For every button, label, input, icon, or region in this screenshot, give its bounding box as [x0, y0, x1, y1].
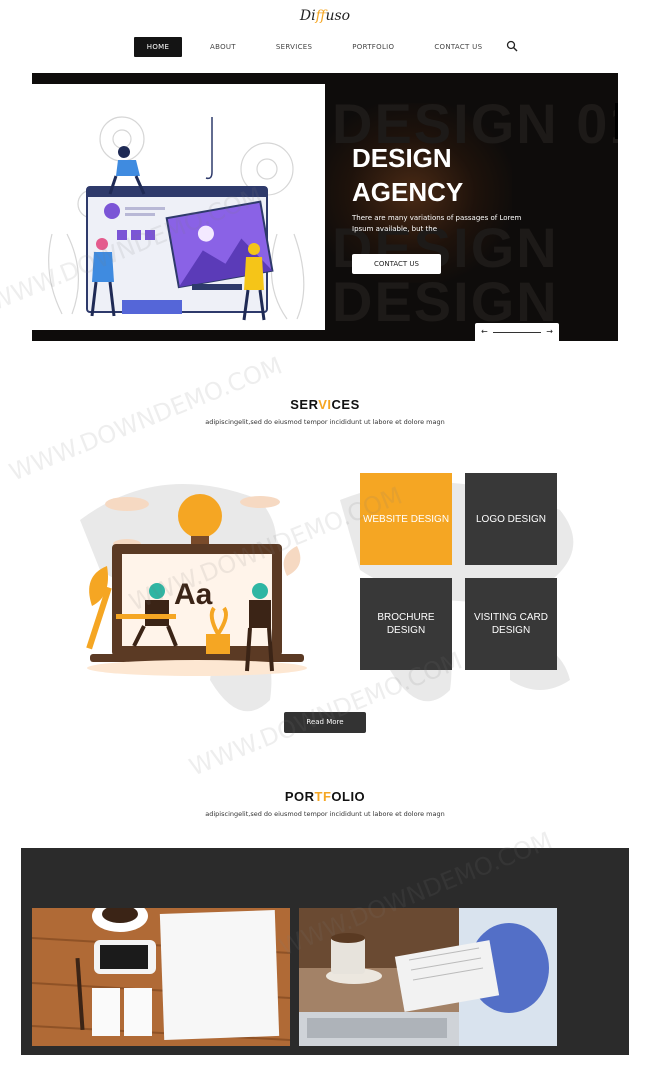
read-more-button[interactable]: Read More [284, 712, 366, 733]
portfolio-title-end: OLIO [331, 789, 366, 804]
illustration-aa-text: Aa [174, 578, 213, 611]
service-brochure-design[interactable]: BROCHURE DESIGN [360, 578, 452, 670]
main-nav: HOME ABOUT SERVICES PORTFOLIO CONTACT US [134, 37, 482, 57]
services-title-end: CES [331, 397, 360, 412]
hero-description: There are many variations of passages of… [352, 214, 522, 233]
nav-about[interactable]: ABOUT [210, 43, 236, 51]
contact-us-button[interactable]: CONTACT US [352, 254, 441, 274]
site-logo[interactable]: Diffuso [0, 8, 650, 24]
hero-illustration [32, 84, 325, 330]
hero-slider: DESIGN 01 DESIGN DESIGN DESIGN AGENCY Th… [32, 73, 618, 341]
nav-portfolio[interactable]: PORTFOLIO [352, 43, 394, 51]
hero-title: DESIGN AGENCY [352, 141, 552, 209]
logo-text-start: Di [299, 8, 316, 24]
services-title-accent: VI [318, 397, 332, 412]
nav-home[interactable]: HOME [134, 37, 182, 57]
nav-contact-us[interactable]: CONTACT US [434, 43, 482, 51]
slider-controls: ← → [475, 323, 559, 341]
services-illustration: Aa [82, 486, 307, 682]
service-logo-design[interactable]: LOGO DESIGN [465, 473, 557, 565]
portfolio-title: PORTFOLIO [0, 789, 650, 804]
services-subtitle: adipiscingelit,sed do eiusmod tempor inc… [205, 418, 445, 426]
arrow-right-icon[interactable]: → [546, 328, 553, 336]
hero-side-bar [615, 103, 618, 139]
portfolio-title-accent: TF [314, 789, 332, 804]
portfolio-item-desk-mockup[interactable] [32, 908, 290, 1046]
slider-progress-line [492, 331, 542, 333]
service-website-design[interactable]: WEBSITE DESIGN [360, 473, 452, 565]
nav-services[interactable]: SERVICES [276, 43, 312, 51]
search-icon[interactable] [506, 40, 518, 52]
services-title-start: SER [290, 397, 319, 412]
portfolio-title-start: POR [284, 789, 315, 804]
logo-text-end: uso [325, 8, 351, 24]
portfolio-item-workspace[interactable] [299, 908, 557, 1046]
logo-text-accent: ff [315, 8, 326, 24]
portfolio-gallery [21, 848, 629, 1055]
hero-title-line-1: DESIGN [352, 143, 452, 173]
hero-title-line-2: AGENCY [352, 177, 464, 207]
arrow-left-icon[interactable]: ← [481, 328, 488, 336]
portfolio-subtitle: adipiscingelit,sed do eiusmod tempor inc… [205, 810, 445, 818]
service-visiting-card-design[interactable]: VISITING CARD DESIGN [465, 578, 557, 670]
services-title: SERVICES [0, 397, 650, 412]
